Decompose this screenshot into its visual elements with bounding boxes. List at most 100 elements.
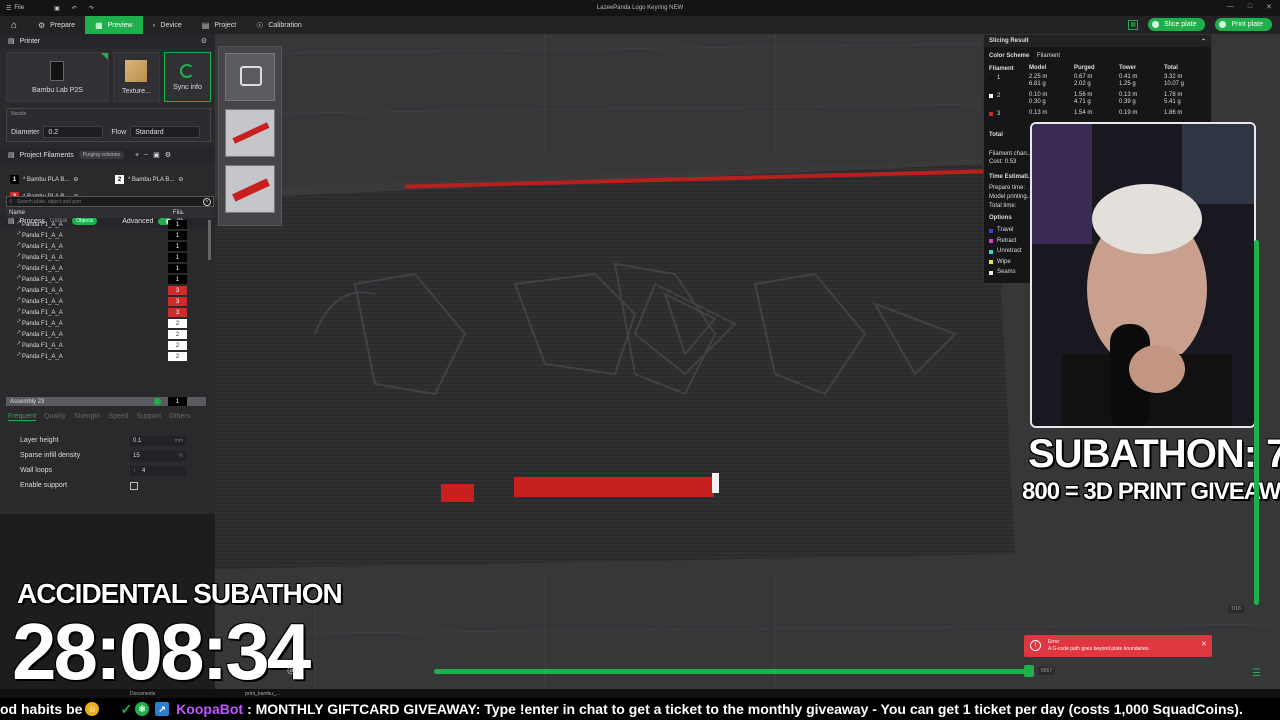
object-filament[interactable]: 1 <box>168 242 187 251</box>
bed-texture-select[interactable]: Texture... <box>112 52 160 102</box>
object-filament[interactable]: 3 <box>168 308 187 317</box>
print-plate-button[interactable]: Print plate <box>1215 18 1272 31</box>
printer-select[interactable]: Bambu Lab P2S <box>6 52 109 102</box>
object-list-scrollbar[interactable] <box>208 220 211 260</box>
camera-icon[interactable]: ◎ <box>287 665 301 679</box>
list-item[interactable]: Panda F1_A_A3 <box>6 307 210 318</box>
filament-sync-icon[interactable]: ▣ <box>153 151 160 159</box>
object-filament[interactable]: 1 <box>168 220 187 229</box>
filament-section-icon: ▤ <box>8 152 15 159</box>
object-filament[interactable]: 1 <box>168 264 187 273</box>
tab-others[interactable]: Others <box>169 413 190 421</box>
object-search-input[interactable]: ⚲ Search plate, object and part × <box>6 196 214 207</box>
object-filament[interactable]: 3 <box>168 297 187 306</box>
object-filament[interactable]: 2 <box>168 330 187 339</box>
filament-slot-1[interactable]: 1 * Bambu PLA B... ⊖ <box>10 175 78 184</box>
remove-filament-icon[interactable]: − <box>144 152 148 159</box>
printer-settings-icon[interactable]: ⚙ <box>201 37 207 45</box>
sync-info-button[interactable]: Sync info <box>163 52 212 102</box>
stepper-icon[interactable]: ↕ <box>133 468 136 474</box>
slice-plate-button[interactable]: Slice plate <box>1148 18 1206 31</box>
tab-preview[interactable]: ▦ Preview <box>85 16 143 34</box>
object-filament[interactable]: 1 <box>168 231 187 240</box>
collapse-icon[interactable]: ⌃ <box>1201 38 1206 45</box>
flow-select[interactable]: Standard <box>130 126 201 138</box>
clear-search-icon[interactable]: × <box>203 198 211 206</box>
object-filament[interactable]: 3 <box>168 286 187 295</box>
home-icon[interactable]: ⌂ <box>0 20 28 31</box>
diameter-select[interactable]: 0.2 <box>43 126 104 138</box>
option-unretract[interactable]: Unretract <box>989 248 1022 254</box>
taskbar-item[interactable]: print_bambu_... <box>245 691 280 697</box>
tab-frequent[interactable]: Frequent <box>8 413 37 421</box>
object-name: Panda F1_A_A <box>6 277 166 283</box>
list-item[interactable]: Panda F1_A_A1 <box>6 230 210 241</box>
filament-settings-icon[interactable]: ⚙ <box>165 151 171 159</box>
object-filament[interactable]: 2 <box>168 319 187 328</box>
wall-loops-label: Wall loops <box>20 467 53 474</box>
list-item[interactable]: Panda F1_A_A2 <box>6 318 210 329</box>
project-icon: ▤ <box>201 20 210 30</box>
tab-project[interactable]: ▤ Project <box>192 16 246 34</box>
plate-thumbnail-3[interactable] <box>225 165 275 213</box>
option-retract[interactable]: Retract <box>989 238 1016 244</box>
filament-edit-icon[interactable]: ⊖ <box>73 176 78 183</box>
enable-support-checkbox[interactable] <box>130 482 138 490</box>
filament-swatch <box>989 94 993 98</box>
list-item[interactable]: Panda F1_A_A3 <box>6 296 210 307</box>
maximize-icon[interactable]: □ <box>1248 3 1252 11</box>
sparse-infill-input[interactable]: 15% <box>130 451 186 461</box>
tab-device[interactable]: ▫ Device <box>143 16 192 34</box>
object-name: Panda F1_A_A <box>6 233 166 239</box>
tab-quality[interactable]: Quality <box>44 413 66 421</box>
list-item[interactable]: Panda F1_A_A1 <box>6 263 210 274</box>
close-icon[interactable]: ✕ <box>1201 640 1207 648</box>
list-item[interactable]: Panda F1_A_A3 <box>6 285 210 296</box>
horizontal-slider-handle[interactable] <box>1024 665 1034 677</box>
close-icon[interactable]: ✕ <box>1266 3 1272 11</box>
color-scheme-select[interactable]: Filament <box>1037 53 1060 59</box>
object-filament[interactable]: 1 <box>168 275 187 284</box>
filament-edit-icon[interactable]: ⊖ <box>178 176 183 183</box>
list-item[interactable]: Panda F1_A_A2 <box>6 351 210 362</box>
add-filament-icon[interactable]: + <box>135 152 139 159</box>
wall-loops-input[interactable]: ↕ 4 <box>130 466 186 476</box>
file-menu[interactable]: ☰ File <box>6 5 24 12</box>
minimize-icon[interactable]: — <box>1227 3 1234 11</box>
tab-speed[interactable]: Speed <box>108 413 128 421</box>
taskbar-documents[interactable]: Documents <box>130 691 155 697</box>
table-header: Filament Model Purged Tower Total <box>989 65 1209 74</box>
option-color <box>989 228 993 233</box>
list-item[interactable]: Panda F1_A_A1 <box>6 252 210 263</box>
layers-icon[interactable]: ☰ <box>1252 668 1262 679</box>
purging-volumes-button[interactable]: Purging volumes <box>78 151 124 159</box>
plate-thumbnail-2[interactable] <box>225 109 275 157</box>
cell-value: 2.25 m <box>1029 74 1048 80</box>
filament-slot-2[interactable]: 2 * Bambu PLA B... ⊖ <box>115 175 183 184</box>
list-item[interactable]: Panda F1_A_A1 <box>6 219 210 230</box>
option-travel[interactable]: Travel <box>989 227 1013 233</box>
horizontal-layer-slider[interactable] <box>434 669 1030 674</box>
vertical-layer-slider[interactable] <box>1254 240 1259 605</box>
object-filament[interactable]: 1 <box>168 253 187 262</box>
plate-list-icon[interactable]: ▦ <box>1128 19 1139 30</box>
cell-value: 0.41 m <box>1119 74 1138 80</box>
option-seams[interactable]: Seams <box>989 269 1016 275</box>
tab-support[interactable]: Support <box>137 413 162 421</box>
option-wipe[interactable]: Wipe <box>989 259 1011 265</box>
undo-icon[interactable]: ↶ <box>72 5 77 12</box>
plate-thumbnail-1[interactable] <box>225 53 275 101</box>
tab-calibration[interactable]: ☉ Calibration <box>246 16 312 34</box>
object-filament[interactable]: 2 <box>168 352 187 361</box>
list-item[interactable]: Panda F1_A_A1 <box>6 241 210 252</box>
layer-height-input[interactable]: 0.1 mm <box>130 436 186 446</box>
tab-strength[interactable]: Strength <box>74 413 100 421</box>
list-item[interactable]: Panda F1_A_A2 <box>6 340 210 351</box>
object-filament[interactable]: 2 <box>168 341 187 350</box>
list-item[interactable]: Panda F1_A_A2 <box>6 329 210 340</box>
assembly-row[interactable]: Assembly 23 1 <box>6 397 206 406</box>
redo-icon[interactable]: ↷ <box>89 5 94 12</box>
tab-prepare[interactable]: ⚙ Prepare <box>28 16 85 34</box>
list-item[interactable]: Panda F1_A_A1 <box>6 274 210 285</box>
save-icon[interactable]: ▣ <box>54 5 60 12</box>
